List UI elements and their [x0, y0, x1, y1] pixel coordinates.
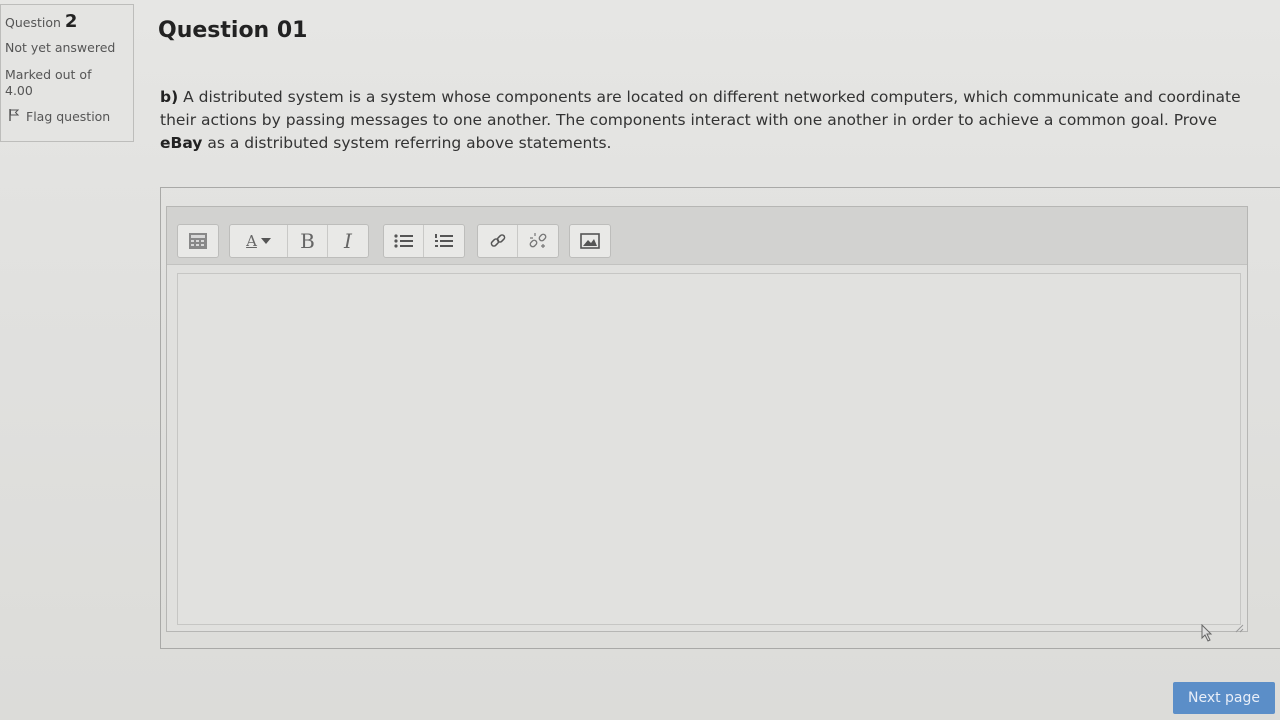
toolbar-group-toggle [177, 224, 219, 258]
flag-question-label: Flag question [26, 109, 111, 124]
link-icon [489, 232, 507, 250]
unordered-list-icon [393, 233, 414, 249]
ordered-list-button[interactable] [424, 225, 464, 257]
italic-button[interactable]: I [328, 225, 368, 257]
flag-icon [9, 109, 20, 124]
toggle-toolbar-button[interactable] [178, 225, 218, 257]
font-style-glyph: A [246, 232, 257, 250]
insert-image-button[interactable] [570, 225, 610, 257]
ordered-list-icon [434, 233, 454, 249]
question-state: Not yet answered [5, 40, 116, 55]
bold-icon: B [300, 229, 315, 253]
resize-handle[interactable] [1234, 618, 1244, 633]
toolbar-group-links [477, 224, 559, 258]
question-label: Question [5, 15, 61, 30]
font-style-icon: A [246, 232, 271, 250]
editor-toolbar: A B I [167, 207, 1247, 265]
answer-editor: A B I [166, 206, 1248, 633]
unlink-button[interactable] [518, 225, 558, 257]
question-number-value: 2 [64, 11, 78, 32]
toolbar-group-lists [383, 224, 465, 258]
question-info: Question 2 Not yet answered Marked out o… [0, 4, 134, 142]
toolbar-group-style: A B I [229, 224, 369, 258]
grade-value: 4.00 [5, 83, 33, 98]
toggle-toolbar-icon [188, 232, 208, 250]
question-prefix: b) [160, 88, 179, 106]
grade-label: Marked out of [5, 67, 92, 82]
unlink-icon [529, 232, 547, 250]
question-text-part2: as a distributed system referring above … [202, 134, 612, 152]
next-page-button[interactable]: Next page [1173, 682, 1275, 714]
image-icon [580, 233, 600, 249]
font-style-button[interactable]: A [230, 225, 288, 257]
question-title: Question 01 [158, 18, 308, 43]
question-number: Question 2 [5, 11, 129, 32]
unordered-list-button[interactable] [384, 225, 424, 257]
toolbar-group-media [569, 224, 611, 258]
question-grade: Marked out of 4.00 [5, 67, 129, 99]
question-text: b) A distributed system is a system whos… [160, 86, 1250, 155]
question-text-part1: A distributed system is a system whose c… [160, 88, 1241, 129]
link-button[interactable] [478, 225, 518, 257]
question-bold-word: eBay [160, 134, 203, 152]
mouse-cursor-icon [1200, 623, 1214, 646]
answer-text-area[interactable] [177, 273, 1241, 625]
flag-question-link[interactable]: Flag question [5, 109, 129, 124]
bold-button[interactable]: B [288, 225, 328, 257]
italic-icon: I [344, 229, 352, 253]
